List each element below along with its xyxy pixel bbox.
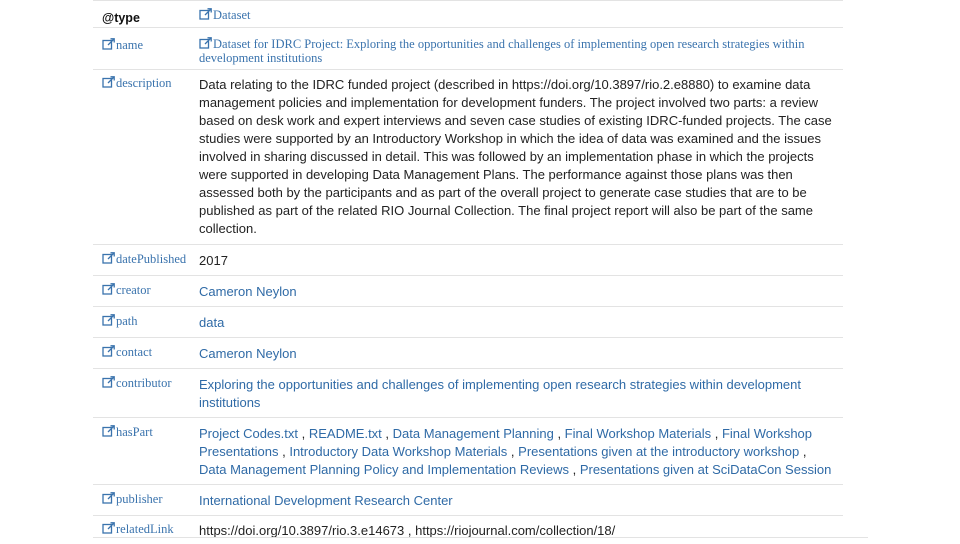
key-link-name[interactable]: name xyxy=(102,38,194,54)
contact-link[interactable]: Cameron Neylon xyxy=(199,345,837,363)
external-link-icon xyxy=(102,376,115,392)
has-part-link[interactable]: Presentations given at the introductory … xyxy=(518,444,799,459)
metadata-table: @type Dataset name Dataset for IDRC Proj… xyxy=(93,0,843,544)
date-published-value: 2017 xyxy=(199,253,228,268)
table-row: datePublished 2017 xyxy=(93,245,843,276)
table-row: contributor Exploring the opportunities … xyxy=(93,369,843,418)
key-link-description[interactable]: description xyxy=(102,76,194,92)
key-link-publisher[interactable]: publisher xyxy=(102,492,194,508)
table-row: contact Cameron Neylon xyxy=(93,338,843,369)
table-bottom-border xyxy=(93,537,868,538)
row-key: @type xyxy=(102,11,140,25)
table-row: name Dataset for IDRC Project: Exploring… xyxy=(93,28,843,70)
has-part-list: Project Codes.txt , README.txt , Data Ma… xyxy=(199,426,832,477)
key-link-relatedLink[interactable]: relatedLink xyxy=(102,522,194,538)
contributor-link[interactable]: Exploring the opportunities and challeng… xyxy=(199,376,837,412)
external-link-icon xyxy=(199,8,212,23)
type-value-link[interactable]: Dataset xyxy=(199,8,837,23)
key-link-datePublished[interactable]: datePublished xyxy=(102,252,194,268)
external-link-icon xyxy=(199,37,212,52)
name-value-link[interactable]: Dataset for IDRC Project: Exploring the … xyxy=(199,37,837,64)
key-link-creator[interactable]: creator xyxy=(102,283,194,299)
has-part-link[interactable]: Data Management Planning xyxy=(393,426,554,441)
table-row: creator Cameron Neylon xyxy=(93,276,843,307)
external-link-icon xyxy=(102,252,115,268)
has-part-link[interactable]: Introductory Data Workshop Materials xyxy=(289,444,507,459)
key-link-path[interactable]: path xyxy=(102,314,194,330)
external-link-icon xyxy=(102,345,115,361)
table-row: @type Dataset xyxy=(93,0,843,28)
external-link-icon xyxy=(102,492,115,508)
publisher-link[interactable]: International Development Research Cente… xyxy=(199,492,837,510)
external-link-icon xyxy=(102,425,115,441)
external-link-icon xyxy=(102,76,115,92)
table-row: path data xyxy=(93,307,843,338)
has-part-link[interactable]: Data Management Planning Policy and Impl… xyxy=(199,462,569,477)
has-part-link[interactable]: Project Codes.txt xyxy=(199,426,298,441)
key-link-contact[interactable]: contact xyxy=(102,345,194,361)
key-link-hasPart[interactable]: hasPart xyxy=(102,425,194,441)
table-row: hasPart Project Codes.txt , README.txt ,… xyxy=(93,418,843,485)
external-link-icon xyxy=(102,314,115,330)
table-row: publisher International Development Rese… xyxy=(93,485,843,516)
external-link-icon xyxy=(102,283,115,299)
external-link-icon xyxy=(102,38,115,54)
table-row: description Data relating to the IDRC fu… xyxy=(93,70,843,245)
has-part-link[interactable]: README.txt xyxy=(309,426,382,441)
external-link-icon xyxy=(102,522,115,538)
has-part-link[interactable]: Presentations given at SciDataCon Sessio… xyxy=(580,462,831,477)
has-part-link[interactable]: Final Workshop Materials xyxy=(565,426,711,441)
key-link-contributor[interactable]: contributor xyxy=(102,376,194,392)
creator-link[interactable]: Cameron Neylon xyxy=(199,283,837,301)
path-link[interactable]: data xyxy=(199,314,837,332)
description-value: Data relating to the IDRC funded project… xyxy=(199,77,832,236)
